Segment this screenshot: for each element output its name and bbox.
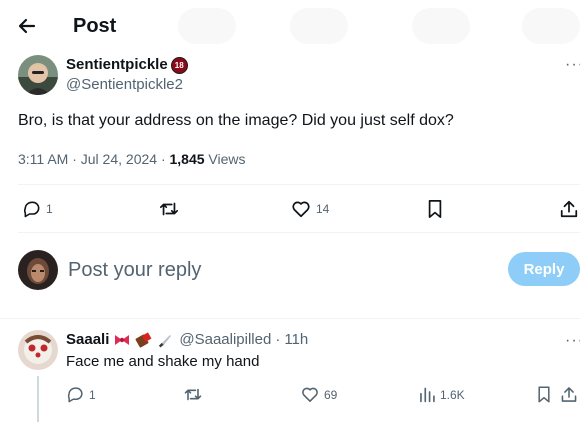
reply-reply-action[interactable]: 1 [66,385,96,404]
separator-dot: · [275,331,281,348]
page-title: Post [73,15,117,37]
thread-line [37,376,39,422]
reply-count: 1 [46,202,53,216]
share-icon [561,387,577,402]
tweet-text: Bro, is that your address on the image? … [18,112,454,129]
repost-icon [159,202,179,216]
comment-icon [67,387,83,403]
reply-time[interactable]: 11h [284,331,308,349]
header-background-blur [412,8,470,44]
reply-author-avatar[interactable] [18,330,58,370]
bookmark-icon [538,386,550,403]
author-name[interactable]: Sentientpickle [66,56,168,74]
age-badge-icon: 18 [170,56,188,74]
reply-author-handle[interactable]: @Saaalipilled [179,331,271,349]
bookmark-icon [428,200,442,218]
back-button[interactable] [12,11,42,41]
reply-reply-count: 1 [89,387,96,402]
reply-text: Face me and shake my hand [66,353,260,370]
arrow-left-icon [18,18,36,34]
reply-view-count: 1.6K [440,387,465,402]
reply-button[interactable]: Reply [508,252,580,286]
header-background-blur [290,8,348,44]
divider [18,232,580,233]
comment-icon [23,201,40,218]
repost-action[interactable] [158,199,180,219]
reply-input[interactable]: Post your reply [68,258,201,282]
share-icon [560,200,578,218]
age-badge-text: 18 [174,60,184,70]
heart-icon [292,201,310,218]
reply-bookmark-action[interactable] [536,385,552,404]
views-label: Views [204,151,246,167]
current-user-avatar[interactable] [18,250,58,290]
analytics-icon [420,387,435,403]
like-count: 14 [316,202,330,216]
bow-emoji-icon [115,335,130,345]
reply-action[interactable]: 1 [22,199,53,219]
reply-like-count: 69 [324,387,338,402]
tweet-time[interactable]: 3:11 AM · Jul 24, 2024 · [18,151,170,167]
heart-icon [302,387,318,402]
view-count: 1,845 [169,151,205,167]
reply-repost-action[interactable] [183,385,203,404]
reply-author-name[interactable]: Saaali [66,331,109,349]
author-avatar[interactable] [18,55,58,95]
knife-emoji-icon [159,335,172,348]
share-action[interactable] [559,199,579,219]
like-action[interactable]: 14 [290,199,329,219]
header-background-blur [522,8,580,44]
divider [18,184,580,185]
repost-icon [184,388,202,401]
reply-views-action[interactable]: 1.6K [418,385,465,404]
header-background-blur [178,8,236,44]
bookmark-action[interactable] [426,199,444,219]
reply-more-options-icon[interactable]: ··· [565,333,580,349]
chocolate-emoji-icon [135,332,152,348]
author-handle[interactable]: @Sentientpickle2 [66,76,183,94]
tweet-meta: 3:11 AM · Jul 24, 2024 · 1,845 Views [18,150,246,168]
reply-share-action[interactable] [560,385,578,404]
divider [0,318,580,319]
reply-like-action[interactable]: 69 [300,385,337,404]
more-options-icon[interactable]: ··· [565,57,580,73]
